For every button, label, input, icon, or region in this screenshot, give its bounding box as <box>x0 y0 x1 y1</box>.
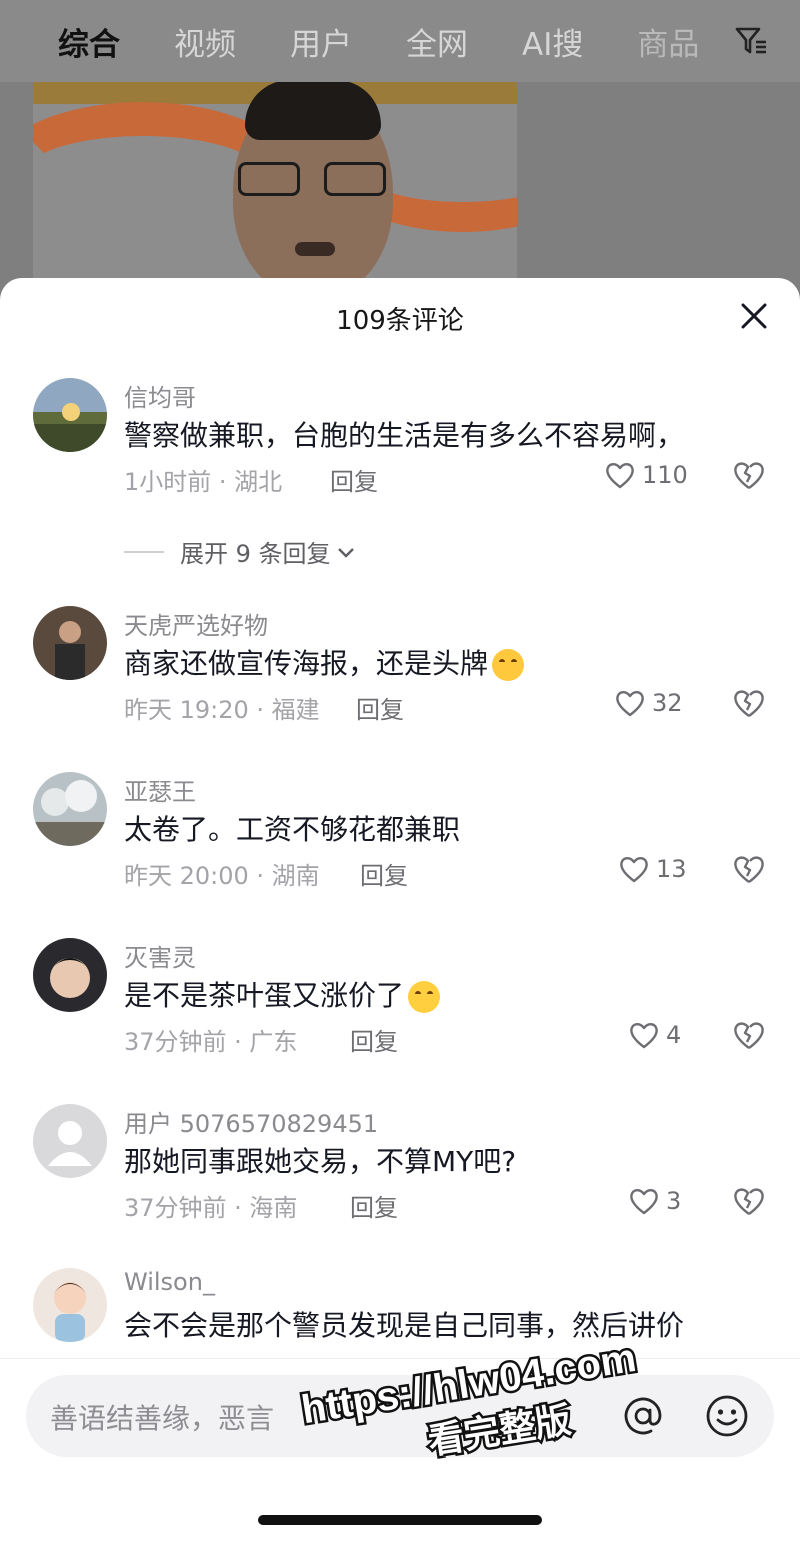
chevron-down-icon <box>337 547 354 558</box>
broken-heart-icon[interactable] <box>732 458 766 492</box>
close-icon <box>741 303 767 329</box>
like-count: 4 <box>666 1021 682 1049</box>
filter-icon[interactable] <box>734 24 768 58</box>
comment-sheet: 109条评论 信均哥 警察做兼职，台胞的生活是有多么不容易啊， 1小时前 · 湖… <box>0 278 800 1542</box>
close-button[interactable] <box>734 296 774 336</box>
smirk-emoji-icon <box>492 649 525 681</box>
like-button[interactable]: 4 <box>628 1018 681 1052</box>
reply-button[interactable]: 回复 <box>356 690 404 725</box>
background-page: 综合 视频 用户 全网 AI搜 商品 <box>0 0 800 300</box>
rofl-emoji-icon <box>408 981 441 1013</box>
broken-heart-icon[interactable] <box>732 686 766 720</box>
comment-count-title: 109条评论 <box>336 306 464 336</box>
heart-icon <box>616 690 644 717</box>
comment-text: 会不会是那个警员发现是自己同事，然后讲价 <box>124 1309 685 1342</box>
avatar[interactable] <box>33 1104 107 1178</box>
expand-replies-button[interactable]: 展开 9 条回复 <box>124 534 357 569</box>
comment-username[interactable]: 亚瑟王 <box>124 772 196 807</box>
tab-comprehensive[interactable]: 综合 <box>58 19 120 64</box>
avatar[interactable] <box>33 772 107 846</box>
like-count: 32 <box>652 689 683 717</box>
tab-products[interactable]: 商品 <box>637 19 699 64</box>
comment-username[interactable]: Wilson_ <box>124 1268 215 1296</box>
broken-heart-icon[interactable] <box>732 1018 766 1052</box>
comment-username[interactable]: 天虎严选好物 <box>124 606 268 641</box>
search-tabs: 综合 视频 用户 全网 AI搜 商品 <box>0 0 800 82</box>
comment-text: 商家还做宣传海报，还是头牌 <box>124 642 525 682</box>
avatar[interactable] <box>33 938 107 1012</box>
tab-ai-search[interactable]: AI搜 <box>522 19 583 64</box>
broken-heart-icon[interactable] <box>732 1184 766 1218</box>
comment-input[interactable]: 善语结善缘，恶言 <box>26 1375 774 1457</box>
like-button[interactable]: 110 <box>604 458 688 492</box>
avatar[interactable] <box>33 378 107 452</box>
reply-button[interactable]: 回复 <box>330 462 378 497</box>
comment-meta: 昨天 20:00 · 湖南 <box>124 862 320 890</box>
comment-username[interactable]: 信均哥 <box>124 378 196 413</box>
like-count: 13 <box>656 855 687 883</box>
comment-meta: 37分钟前 · 广东 <box>124 1028 298 1056</box>
like-button[interactable]: 3 <box>628 1184 681 1218</box>
broken-heart-icon[interactable] <box>732 852 766 886</box>
heart-icon <box>630 1188 658 1215</box>
comment-text: 警察做兼职，台胞的生活是有多么不容易啊， <box>124 419 685 452</box>
tab-video[interactable]: 视频 <box>174 19 236 64</box>
like-count: 3 <box>666 1187 682 1215</box>
home-indicator <box>258 1515 542 1525</box>
comment-username[interactable]: 灭害灵 <box>124 938 196 973</box>
heart-icon <box>620 856 648 883</box>
heart-icon <box>630 1022 658 1049</box>
reply-button[interactable]: 回复 <box>350 1188 398 1223</box>
comment-username[interactable]: 用户 5076570829451 <box>124 1104 378 1139</box>
reply-button[interactable]: 回复 <box>350 1022 398 1057</box>
comment-input-bar: 善语结善缘，恶言 <box>0 1358 800 1542</box>
avatar[interactable] <box>33 606 107 680</box>
comment-text: 是不是茶叶蛋又涨价了 <box>124 974 441 1014</box>
avatar[interactable] <box>33 1268 107 1342</box>
like-button[interactable]: 32 <box>614 686 683 720</box>
like-count: 110 <box>642 461 688 489</box>
comment-meta: 1小时前 · 湖北 <box>124 468 283 496</box>
like-button[interactable]: 13 <box>618 852 687 886</box>
tab-users[interactable]: 用户 <box>290 19 352 64</box>
comment-text: 太卷了。工资不够花都兼职 <box>124 813 461 846</box>
tab-web[interactable]: 全网 <box>406 19 468 64</box>
emoji-icon[interactable] <box>704 1393 750 1439</box>
comment-text: 那她同事跟她交易，不算MY吧? <box>124 1145 517 1178</box>
comment-input-placeholder: 善语结善缘，恶言 <box>50 1402 275 1435</box>
divider <box>124 550 164 553</box>
video-thumbnail[interactable] <box>33 82 517 282</box>
expand-replies-label: 展开 9 条回复 <box>180 540 331 568</box>
comment-meta: 昨天 19:20 · 福建 <box>124 696 320 724</box>
heart-icon <box>606 462 634 489</box>
reply-button[interactable]: 回复 <box>360 856 408 891</box>
at-icon[interactable] <box>620 1393 666 1439</box>
comment-meta: 37分钟前 · 海南 <box>124 1194 298 1222</box>
